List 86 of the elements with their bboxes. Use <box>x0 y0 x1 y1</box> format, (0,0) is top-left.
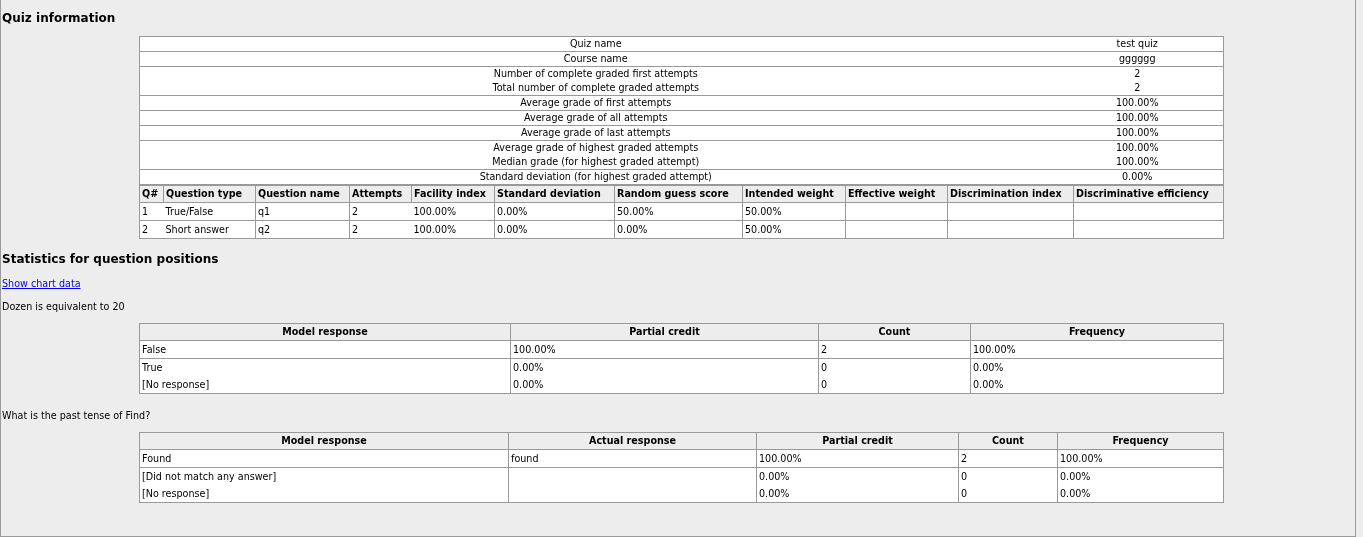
column-header: Partial credit <box>756 432 959 450</box>
table-cell: True <box>139 358 511 376</box>
table-cell: 0.00% <box>614 220 743 239</box>
table-cell: 0.00% <box>756 485 959 503</box>
info-value: 2 <box>1051 66 1224 81</box>
info-value: gggggg <box>1051 51 1224 67</box>
table-cell: 0.00% <box>494 202 615 221</box>
column-header: Random guess score <box>614 185 743 203</box>
table-cell: 100.00% <box>411 220 495 239</box>
info-value: 2 <box>1051 81 1224 96</box>
column-header: Standard deviation <box>494 185 615 203</box>
table-cell: 100.00% <box>510 340 819 359</box>
table-cell: 0.00% <box>1057 485 1224 503</box>
table-cell: 2 <box>349 220 412 239</box>
table-cell: 100.00% <box>411 202 495 221</box>
question-text: What is the past tense of Find? <box>2 409 152 422</box>
column-header: Model response <box>139 323 511 341</box>
table-cell: found <box>508 449 757 468</box>
table-cell: 2 <box>818 340 971 359</box>
section-heading: Quiz information <box>2 10 117 26</box>
table-cell: Found <box>139 449 509 468</box>
info-label: Standard deviation (for highest graded attempt) <box>139 169 1052 185</box>
info-value: 100.00% <box>1051 95 1224 111</box>
column-header: Facility index <box>411 185 495 203</box>
table-cell: Short answer <box>163 220 256 239</box>
info-value: 100.00% <box>1051 140 1224 155</box>
table-cell: 0 <box>818 358 971 376</box>
column-header: Question type <box>163 185 256 203</box>
table-cell: [No response] <box>139 376 511 394</box>
info-label: Average grade of first attempts <box>139 95 1052 111</box>
table-cell: 0.00% <box>510 358 819 376</box>
column-header: Frequency <box>1057 432 1224 450</box>
table-cell: 0 <box>818 376 971 394</box>
table-cell: 100.00% <box>1057 449 1224 468</box>
info-label: Number of complete graded first attempts <box>139 66 1052 81</box>
info-label: Average grade of highest graded attempts <box>139 140 1052 155</box>
info-value: 100.00% <box>1051 155 1224 170</box>
column-header: Partial credit <box>510 323 819 341</box>
info-value: test quiz <box>1051 36 1224 52</box>
info-label: Median grade (for highest graded attempt) <box>139 155 1052 170</box>
table-cell: 50.00% <box>614 202 743 221</box>
info-value: 100.00% <box>1051 125 1224 141</box>
column-header: Frequency <box>970 323 1224 341</box>
info-label: Course name <box>139 51 1052 67</box>
info-label: Average grade of last attempts <box>139 125 1052 141</box>
info-value: 0.00% <box>1051 169 1224 185</box>
table-cell: False <box>139 340 511 359</box>
info-value: 100.00% <box>1051 110 1224 126</box>
column-header: Discriminative efficiency <box>1073 185 1224 203</box>
table-cell: 0.00% <box>970 376 1224 394</box>
info-label: Average grade of all attempts <box>139 110 1052 126</box>
info-label: Quiz name <box>139 36 1052 52</box>
show-chart-data-link[interactable]: Show chart data <box>2 278 81 289</box>
table-cell: 2 <box>349 202 412 221</box>
column-header: Discrimination index <box>947 185 1074 203</box>
column-header: Q# <box>139 185 164 203</box>
section-heading: Statistics for question positions <box>2 251 220 267</box>
table-cell: 2 <box>139 220 164 239</box>
column-header: Intended weight <box>742 185 846 203</box>
column-header: Effective weight <box>845 185 948 203</box>
column-header: Count <box>818 323 971 341</box>
table-cell: 0.00% <box>494 220 615 239</box>
table-cell: 100.00% <box>970 340 1224 359</box>
column-header: Attempts <box>349 185 412 203</box>
table-cell: 0.00% <box>1057 467 1224 485</box>
table-cell: 0 <box>958 467 1058 485</box>
table-cell: [Did not match any answer] <box>139 467 509 485</box>
table-cell: 50.00% <box>742 202 846 221</box>
column-header: Question name <box>255 185 350 203</box>
column-header: Count <box>958 432 1058 450</box>
table-cell: 0.00% <box>510 376 819 394</box>
table-cell: 0.00% <box>970 358 1224 376</box>
table-cell: 0 <box>958 485 1058 503</box>
table-cell: 1 <box>139 202 164 221</box>
table-cell: 100.00% <box>756 449 959 468</box>
table-cell: [No response] <box>139 485 509 503</box>
table-cell: True/False <box>163 202 256 221</box>
table-cell: 0.00% <box>756 467 959 485</box>
info-label: Total number of complete graded attempts <box>139 81 1052 96</box>
table-cell: q2 <box>255 220 350 239</box>
table-cell: q1 <box>255 202 350 221</box>
table-cell: 50.00% <box>742 220 846 239</box>
column-header: Actual response <box>508 432 757 450</box>
question-text: Dozen is equivalent to 20 <box>2 300 126 313</box>
table-cell: 2 <box>958 449 1058 468</box>
column-header: Model response <box>139 432 509 450</box>
